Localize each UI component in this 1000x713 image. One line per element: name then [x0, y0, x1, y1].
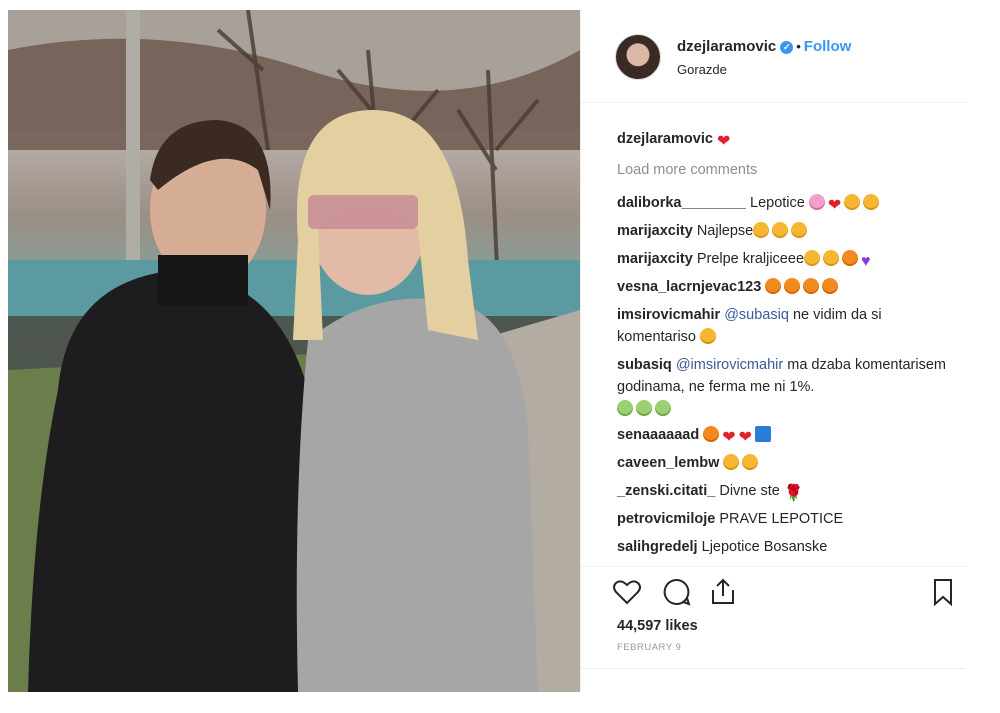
- comment-username[interactable]: marijaxcity: [617, 251, 693, 267]
- comment-text: Najlepse: [696, 223, 754, 239]
- comment-item: subasiq @imsirovicmahir ma dzaba komenta…: [617, 354, 947, 420]
- heart-outline-icon[interactable]: [611, 576, 643, 608]
- bookmark-icon[interactable]: [927, 576, 959, 608]
- heart-emoji-icon: ❤: [716, 133, 731, 150]
- rose-emoji-icon: 🌹: [783, 485, 804, 502]
- action-bar: [581, 570, 966, 614]
- comment-text: Lepotice: [750, 195, 805, 211]
- heart-emoji-icon: ❤: [738, 429, 753, 446]
- angry-face-emoji-icon: [842, 250, 859, 266]
- comment-item: vesna_lacrnjevac123: [617, 276, 947, 298]
- comment-text: PRAVE LEPOTICE: [719, 511, 844, 527]
- location-link[interactable]: Gorazde: [677, 62, 727, 77]
- crying-face-emoji-icon: [617, 400, 633, 416]
- face-emoji-icon: [703, 426, 720, 442]
- face-emoji-icon: [765, 278, 782, 294]
- header-username-row: dzejlaramovic ✓ • Follow: [677, 38, 851, 55]
- comment-item: marijaxcity Najlepse: [617, 220, 947, 242]
- add-comment-divider: [581, 668, 966, 669]
- purple-heart-emoji-icon: ♥: [861, 253, 871, 270]
- comment-username[interactable]: marijaxcity: [617, 223, 693, 239]
- smiley-emoji-icon: [804, 250, 821, 266]
- verified-badge-icon: ✓: [780, 41, 794, 54]
- smiley-emoji-icon: [772, 222, 789, 238]
- smiley-emoji-icon: [844, 194, 861, 210]
- comment-username[interactable]: vesna_lacrnjevac123: [617, 279, 761, 295]
- comment-item: senaaaaaad ❤ ❤: [617, 424, 947, 446]
- comment-text: Prelpe kraljiceee: [696, 251, 805, 267]
- comment-username[interactable]: _zenski.citati_: [617, 483, 715, 499]
- comment-username[interactable]: senaaaaaad: [617, 427, 699, 443]
- face-emoji-icon: [822, 278, 839, 294]
- comments-list[interactable]: dzejlaramovic ❤ Load more comments dalib…: [581, 120, 966, 565]
- caption: dzejlaramovic ❤: [617, 128, 947, 150]
- flower-emoji-icon: [808, 194, 825, 210]
- follow-button[interactable]: Follow: [804, 38, 852, 55]
- username-link[interactable]: dzejlaramovic: [677, 38, 776, 55]
- crying-face-emoji-icon: [636, 400, 652, 416]
- heart-emoji-icon: ❤: [722, 429, 736, 446]
- avatar[interactable]: [615, 34, 661, 80]
- comment-text: Divne ste: [719, 483, 780, 499]
- comment-username[interactable]: petrovicmiloje: [617, 511, 715, 527]
- comment-item: _zenski.citati_ Divne ste 🌹: [617, 480, 947, 502]
- comment-item: daliborka________ Lepotice ❤: [617, 192, 947, 214]
- post-sidebar: dzejlaramovic ✓ • Follow Gorazde dzejlaramo…: [580, 10, 966, 692]
- comment-text: Ljepotice Bosanske: [701, 539, 828, 555]
- heart-emoji-icon: ❤: [827, 197, 842, 214]
- mention-link[interactable]: @subasiq: [724, 307, 789, 323]
- likes-count[interactable]: 44,597 likes: [617, 618, 698, 634]
- face-emoji-icon: [784, 278, 801, 294]
- comment-username[interactable]: caveen_lembw: [617, 455, 719, 471]
- comment-item: salihgredelj Ljepotice Bosanske: [617, 536, 947, 558]
- hand-emoji-icon: [742, 454, 759, 470]
- blue-square-emoji-icon: [755, 426, 772, 442]
- post-date: FEBRUARY 9: [617, 642, 682, 653]
- post-header: dzejlaramovic ✓ • Follow Gorazde: [581, 10, 966, 103]
- smiley-emoji-icon: [753, 222, 770, 238]
- comment-username[interactable]: salihgredelj: [617, 539, 698, 555]
- comment-bubble-icon[interactable]: [661, 576, 693, 608]
- comment-username[interactable]: daliborka________: [617, 195, 746, 211]
- comment-item: petrovicmiloje PRAVE LEPOTICE: [617, 508, 947, 530]
- divider: [581, 566, 966, 567]
- share-icon[interactable]: [707, 576, 739, 608]
- smiley-emoji-icon: [823, 250, 840, 266]
- comment-item: marijaxcity Prelpe kraljiceee ♥: [617, 248, 947, 270]
- smiley-emoji-icon: [700, 328, 717, 344]
- smiley-emoji-icon: [791, 222, 808, 238]
- post-photo[interactable]: [8, 10, 580, 692]
- face-emoji-icon: [803, 278, 820, 294]
- caption-username[interactable]: dzejlaramovic: [617, 131, 713, 147]
- separator-dot: •: [796, 39, 801, 54]
- comment-item: imsirovicmahir @subasiq ne vidim da si k…: [617, 304, 947, 348]
- crying-face-emoji-icon: [655, 400, 671, 416]
- comment-username[interactable]: subasiq: [617, 357, 672, 373]
- comment-username[interactable]: imsirovicmahir: [617, 307, 720, 323]
- photo-illustration: [8, 10, 580, 692]
- smiley-emoji-icon: [863, 194, 880, 210]
- smiley-emoji-icon: [723, 454, 740, 470]
- load-more-comments-button[interactable]: Load more comments: [617, 162, 757, 178]
- mention-link[interactable]: @imsirovicmahir: [676, 357, 783, 373]
- instagram-post: dzejlaramovic ✓ • Follow Gorazde dzejlaramo…: [8, 10, 966, 692]
- comment-item: caveen_lembw: [617, 452, 947, 474]
